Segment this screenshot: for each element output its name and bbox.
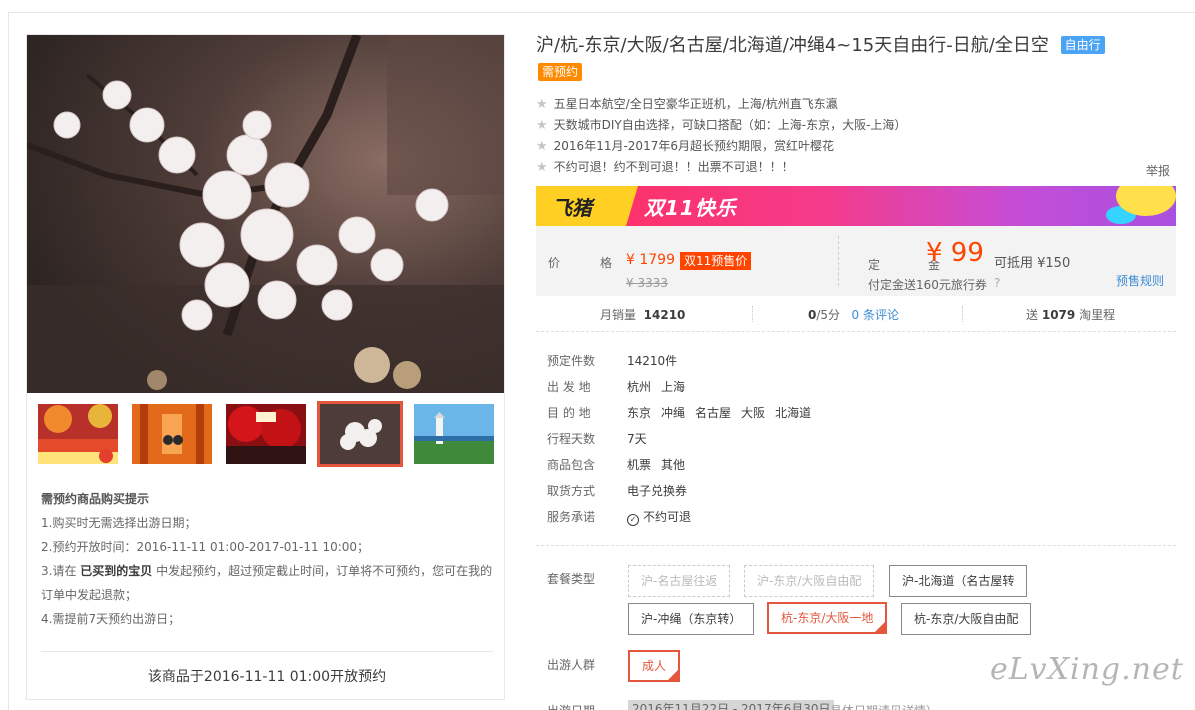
attr-row: 取货方式 电子兑换券: [547, 484, 688, 498]
price-label: 价 格: [548, 256, 627, 270]
deposit-price: ¥ 99: [926, 238, 984, 268]
feature-list: ★ 五星日本航空/全日空豪华正班机，上海/杭州直飞东瀛 ★ 天数城市DIY自由选择，…: [536, 94, 906, 178]
traveler-type-label: 出游人群: [547, 658, 596, 672]
banner-divider: [626, 186, 638, 226]
attr-row: 目 的 地东京 冲绳 名古屋 大阪 北海道: [547, 406, 812, 420]
reviews-link[interactable]: 0 条评论: [852, 308, 899, 322]
package-option[interactable]: 杭-东京/大阪自由配: [901, 603, 1032, 635]
monthly-sales: 月销量 14210: [600, 308, 686, 322]
travel-date-note: （具体日期请见详情）: [818, 702, 938, 710]
traveler-adult-option[interactable]: 成人: [628, 650, 680, 682]
thumbnail-autumn-leaves[interactable]: [38, 404, 118, 464]
site-watermark: eLvXing.net: [990, 652, 1184, 687]
attr-row: 商品包含 机票 其他: [547, 458, 686, 472]
open-time-footer: 该商品于2016-11-11 01:00开放预约: [41, 651, 493, 686]
attr-row: 行程天数 7天: [547, 432, 647, 446]
main-product-image[interactable]: [27, 35, 504, 393]
bought-items-link[interactable]: 已买到的宝贝: [80, 564, 152, 578]
package-option[interactable]: 沪-名古屋往返: [628, 565, 731, 597]
feature-item: ★ 天数城市DIY自由选择，可缺口搭配（如：上海-东京，大阪-上海）: [536, 118, 907, 133]
package-type-label: 套餐类型: [547, 572, 596, 586]
star-icon: ★: [536, 160, 548, 175]
package-option[interactable]: 沪-东京/大阪自由配: [744, 565, 875, 597]
travel-date-label: 出游日期: [547, 702, 595, 710]
travel-date-range: 2016年11月22日 - 2017年6月30日: [628, 700, 835, 710]
deductible-amount: 可抵用 ¥150: [994, 256, 1071, 271]
note-line-1: 1.购买时无需选择出游日期；: [41, 516, 197, 530]
type-tag: 自由行: [1060, 36, 1105, 54]
check-circle-icon: ✓: [627, 514, 639, 526]
promo-banner[interactable]: 飞猪 双11快乐: [536, 186, 1176, 226]
deposit-gift: 付定金送160元旅行券: [868, 278, 987, 292]
star-icon: ★: [536, 139, 548, 154]
star-icon: ★: [536, 118, 548, 133]
stats-bar: 月销量 14210 0/5分 0 条评论 送 1079 淘里程: [536, 298, 1176, 332]
star-icon: ★: [536, 97, 548, 112]
help-icon[interactable]: ?: [994, 276, 1000, 290]
presale-badge: 双11预售价: [680, 252, 752, 270]
product-gallery: 需预约商品购买提示 1.购买时无需选择出游日期； 2.预约开放时间：2016-1…: [26, 34, 505, 700]
mileage-points: 送 1079 淘里程: [1026, 308, 1116, 322]
stats-divider: [962, 306, 963, 322]
notes-title: 需预约商品购买提示: [41, 492, 150, 506]
attr-row: 预定件数 14210件: [547, 354, 678, 368]
rating: 0/5分 0 条评论: [808, 308, 899, 322]
presale-price: ¥ 1799: [626, 252, 675, 268]
report-link[interactable]: 举报: [1146, 162, 1170, 179]
feature-item: ★ 2016年11月-2017年6月超长预约期限，赏红叶樱花: [536, 139, 834, 154]
package-option-selected[interactable]: 杭-东京/大阪一地: [767, 602, 888, 634]
tag-row: 需预约: [538, 63, 583, 81]
thumbnail-cherry-blossom[interactable]: [317, 401, 403, 467]
double11-slogan: 双11快乐: [644, 196, 737, 220]
product-title: 沪/杭-东京/大阪/名古屋/北海道/冲绳4~15天自由行-日航/全日空 自由行: [536, 34, 1105, 58]
price-divider: [838, 236, 839, 286]
original-price: ¥ 3333: [626, 276, 668, 290]
title-text: 沪/杭-东京/大阪/名古屋/北海道/冲绳4~15天自由行-日航/全日空: [536, 35, 1049, 56]
package-option[interactable]: 沪-冲绳（东京转）: [628, 603, 755, 635]
booking-notes: 需预约商品购买提示 1.购买时无需选择出游日期； 2.预约开放时间：2016-1…: [41, 487, 493, 685]
attribute-list: 预定件数 14210件 出 发 地杭州 上海 目 的 地东京 冲绳 名古屋 大阪 北海道 行…: [547, 348, 821, 530]
attr-row: 服务承诺 ✓ 不约可退: [547, 510, 692, 526]
note-line-3: 3.请在 已买到的宝贝 中发起预约，超过预定截止时间，订单将不可预约，您可在我的…: [41, 559, 493, 607]
thumbnail-strip: [27, 401, 504, 471]
section-divider: [536, 545, 1176, 546]
fliggy-logo: 飞猪: [536, 186, 626, 226]
feature-item: ★ 五星日本航空/全日空豪华正班机，上海/杭州直飞东瀛: [536, 97, 838, 112]
note-line-4: 4.需提前7天预约出游日；: [41, 612, 181, 626]
stats-divider: [752, 306, 753, 322]
thumbnail-torii-gates[interactable]: [132, 404, 212, 464]
thumbnail-red-maple[interactable]: [226, 404, 306, 464]
package-option[interactable]: 沪-北海道（名古屋转: [889, 565, 1028, 597]
note-line-2: 2.预约开放时间：2016-11-11 01:00-2017-01-11 10:…: [41, 540, 370, 554]
attr-row: 出 发 地杭州 上海: [547, 380, 686, 394]
feature-item: ★ 不约可退！约不到可退！！出票不可退！！！: [536, 160, 794, 175]
thumbnail-lighthouse[interactable]: [414, 404, 494, 464]
booking-required-tag: 需预约: [538, 63, 583, 81]
note-line-3-prefix: 3.请在: [41, 564, 77, 578]
price-box: 价 格 ¥ 1799 双11预售价 ¥ 3333 定 金 ¥ 99 可抵用 ¥1…: [536, 226, 1176, 296]
presale-rules-link[interactable]: 预售规则: [1116, 272, 1164, 289]
